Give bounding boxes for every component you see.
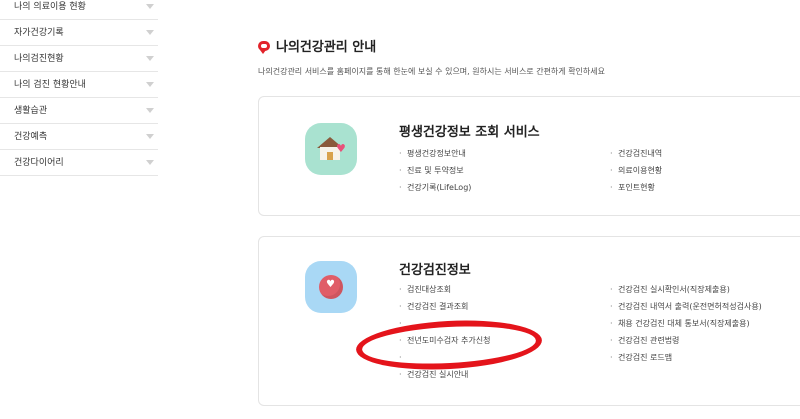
sidebar-item-label: 건강다이어리 xyxy=(14,158,64,168)
sidebar-item-label: 나의검진현황 xyxy=(14,54,64,64)
sidebar-nav: 나의 의료이용 현황 자가건강기록 나의검진현황 나의 검진 현황안내 생활습관… xyxy=(0,0,158,176)
chevron-down-icon xyxy=(146,108,154,113)
link-checkup-target[interactable]: 검진대상조회 xyxy=(399,281,491,298)
card-title: 평생건강정보 조회 서비스 xyxy=(399,125,540,140)
page-description: 나의건강관리 서비스를 홈페이지를 통해 한눈에 보실 수 있으며, 원하시는 … xyxy=(258,67,605,76)
link-checkup-history[interactable]: 건강검진내역 xyxy=(610,145,662,162)
link-checkup-result[interactable]: 건강검진 결과조회 xyxy=(399,298,491,315)
sidebar-item-medical-usage[interactable]: 나의 의료이용 현황 xyxy=(0,0,158,20)
speech-bubble-icon xyxy=(258,40,270,54)
card-link-list: 건강검진 실시확인서(직장제출용) 건강검진 내역서 출력(운전면허적성검사용)… xyxy=(610,281,762,366)
sidebar-item-label: 건강예측 xyxy=(14,132,48,142)
link-checkup-certificate[interactable]: 건강검진 실시확인서(직장제출용) xyxy=(610,281,762,298)
chevron-down-icon xyxy=(146,4,154,9)
card-link-list: 평생건강정보안내 진료 및 투약정보 건강기록(LifeLog) xyxy=(399,145,471,196)
link-lifetime-health-info[interactable]: 평생건강정보안내 xyxy=(399,145,471,162)
sidebar-item-health-prediction[interactable]: 건강예측 xyxy=(0,124,158,150)
heart-ball-icon: ♥ xyxy=(305,261,357,313)
link-medical-usage[interactable]: 의료이용현황 xyxy=(610,162,662,179)
sidebar-item-label: 자가건강기록 xyxy=(14,28,64,38)
link-checkup-roadmap[interactable]: 건강검진 로드맵 xyxy=(610,349,762,366)
link-hiring-checkup-notice[interactable]: 채용 건강검진 대체 통보서(직장제출용) xyxy=(610,315,762,332)
sidebar-item-label: 나의 검진 현황안내 xyxy=(14,80,86,90)
chevron-down-icon xyxy=(146,30,154,35)
lifetime-health-card: ♥ 평생건강정보 조회 서비스 평생건강정보안내 진료 및 투약정보 건강기록(… xyxy=(258,96,800,216)
link-checkup-statement[interactable]: 건강검진 내역서 출력(운전면허적성검사용) xyxy=(610,298,762,315)
card-link-list: 건강검진내역 의료이용현황 포인트현황 xyxy=(610,145,662,196)
sidebar-item-checkup-status[interactable]: 나의검진현황 xyxy=(0,46,158,72)
card-title: 건강검진정보 xyxy=(399,263,471,278)
chevron-down-icon xyxy=(146,82,154,87)
link-lifelog[interactable]: 건강기록(LifeLog) xyxy=(399,179,471,196)
sidebar-item-checkup-guide[interactable]: 나의 검진 현황안내 xyxy=(0,72,158,98)
chevron-down-icon xyxy=(146,160,154,165)
page-title-text: 나의건강관리 안내 xyxy=(276,40,377,55)
sidebar-item-lifestyle[interactable]: 생활습관 xyxy=(0,98,158,124)
link-treatment-medication[interactable]: 진료 및 투약정보 xyxy=(399,162,471,179)
house-heart-icon: ♥ xyxy=(305,123,357,175)
sidebar-item-label: 나의 의료이용 현황 xyxy=(14,2,86,12)
chevron-down-icon xyxy=(146,134,154,139)
sidebar-item-health-diary[interactable]: 건강다이어리 xyxy=(0,150,158,176)
link-checkup-laws[interactable]: 건강검진 관련법령 xyxy=(610,332,762,349)
health-checkup-card: ♥ 건강검진정보 검진대상조회 건강검진 결과조회 전년도미수검자 추가신청 건… xyxy=(258,236,800,406)
page-title: 나의건강관리 안내 xyxy=(258,36,376,55)
chevron-down-icon xyxy=(146,56,154,61)
sidebar-item-label: 생활습관 xyxy=(14,106,48,116)
link-points[interactable]: 포인트현황 xyxy=(610,179,662,196)
sidebar-item-self-record[interactable]: 자가건강기록 xyxy=(0,20,158,46)
